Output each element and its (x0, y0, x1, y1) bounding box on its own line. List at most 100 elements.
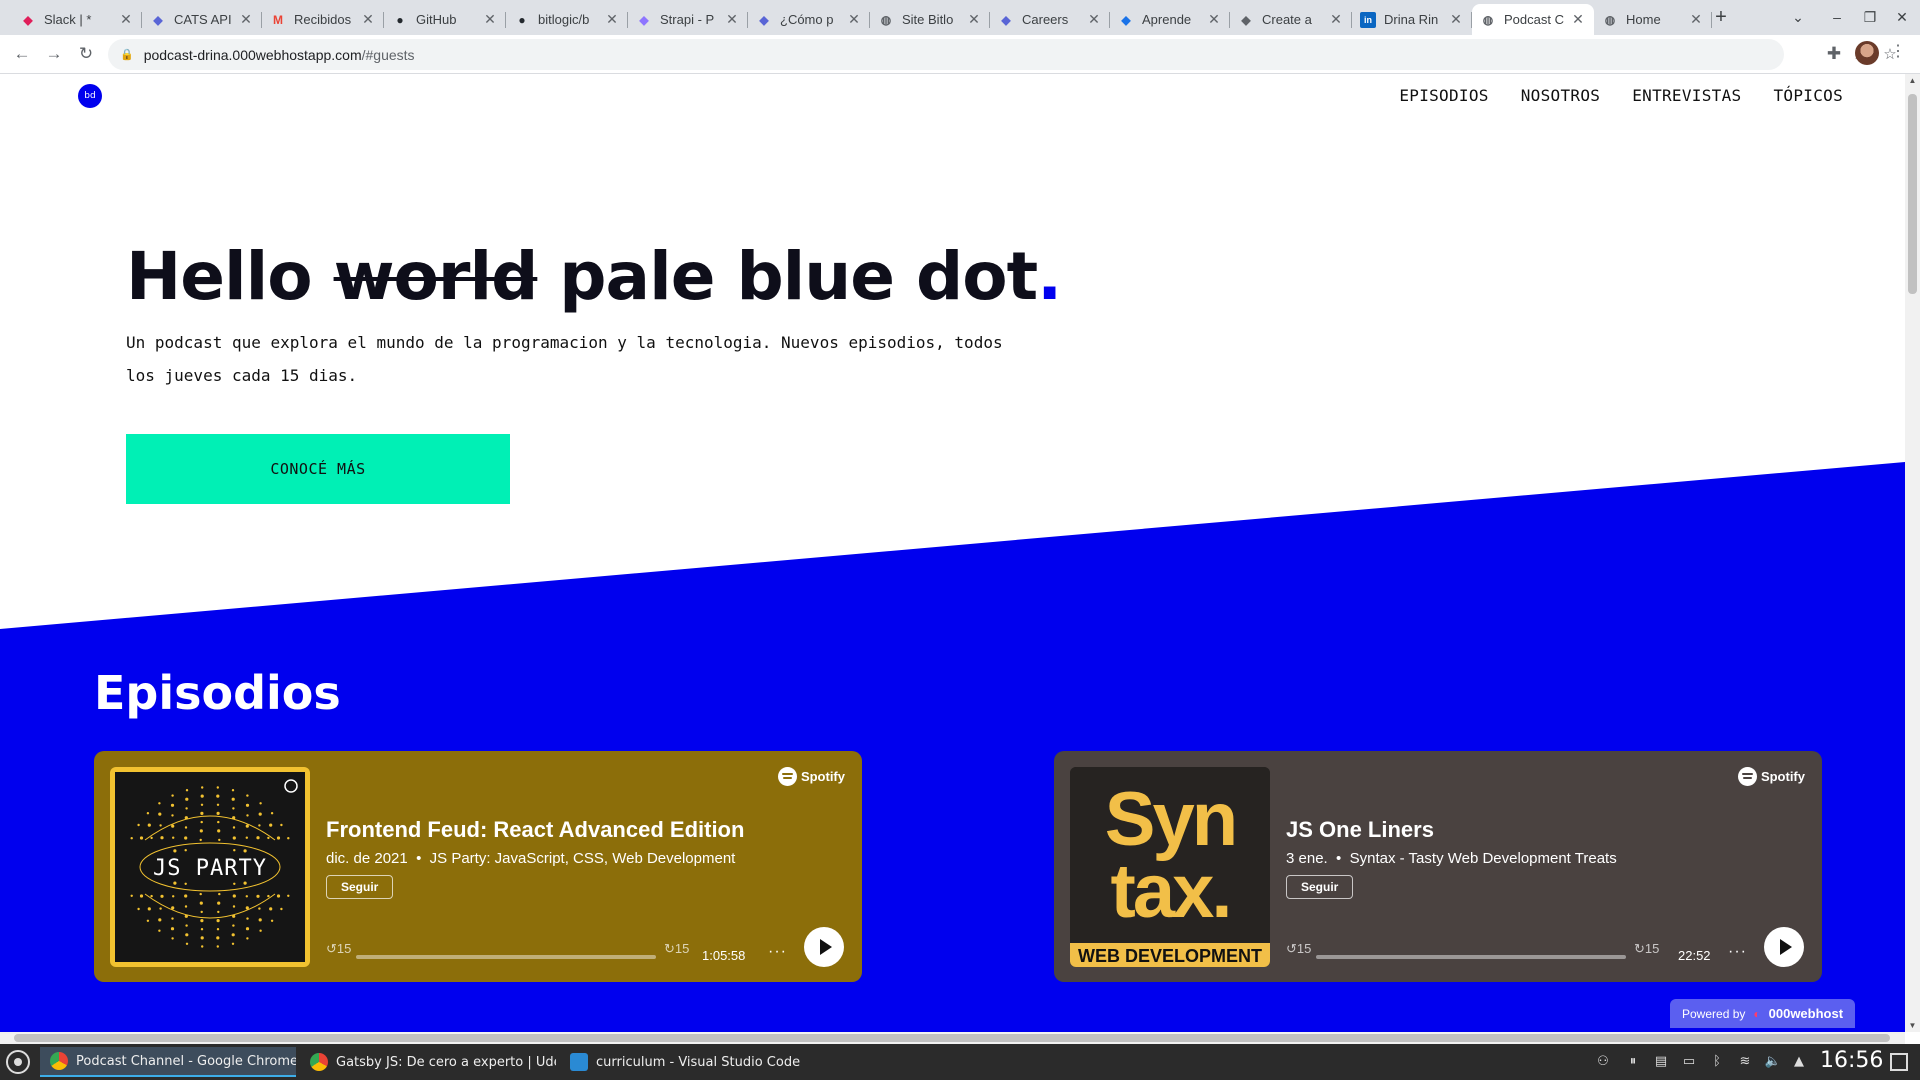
task-chrome-podcast[interactable]: Podcast Channel - Google Chrome (40, 1047, 296, 1077)
episode-show[interactable]: Syntax - Tasty Web Development Treats (1350, 850, 1617, 867)
spotify-icon (1737, 767, 1757, 786)
globe-icon: ◍ (1604, 12, 1616, 27)
tab-close-icon[interactable]: ✕ (1448, 11, 1464, 28)
art-dot (150, 836, 153, 840)
close-window-button[interactable]: ✕ (1890, 6, 1914, 30)
more-options-icon[interactable]: ··· (1728, 943, 1747, 961)
browser-tab-1[interactable]: ◆ CATS API ✕ (142, 4, 262, 35)
tab-search-icon[interactable]: ⌄ (1786, 6, 1810, 30)
bluetooth-icon[interactable]: ᛒ (1708, 1053, 1726, 1071)
clipboard-icon[interactable]: ▤ (1652, 1053, 1670, 1071)
tab-close-icon[interactable]: ✕ (1688, 11, 1704, 28)
skip-back-icon[interactable]: ↺15 (326, 941, 351, 957)
episode-title[interactable]: JS One Liners (1286, 817, 1434, 843)
tab-close-icon[interactable]: ✕ (724, 11, 740, 28)
clock[interactable]: 16:56 (1820, 1048, 1883, 1073)
powered-by-badge[interactable]: Powered by ◐ 000webhost (1670, 999, 1856, 1028)
skip-forward-icon[interactable]: ↻15 (1634, 941, 1659, 957)
forward-arrow-icon[interactable]: → (42, 43, 66, 67)
tab-close-icon[interactable]: ✕ (1086, 11, 1102, 28)
browser-tab-4[interactable]: ● bitlogic/b ✕ (506, 4, 628, 35)
episode-title[interactable]: Frontend Feud: React Advanced Edition (326, 817, 744, 843)
task-chrome-gatsby[interactable]: Gatsby JS: De cero a experto | Ude... (300, 1047, 556, 1077)
spotify-logo[interactable]: Spotify (1737, 767, 1805, 786)
scroll-up-arrow-icon[interactable]: ▲ (1905, 76, 1920, 85)
tab-close-icon[interactable]: ✕ (966, 11, 982, 28)
episode-show[interactable]: JS Party: JavaScript, CSS, Web Developme… (430, 850, 736, 867)
art-dot (146, 812, 150, 815)
progress-bar[interactable] (356, 955, 656, 959)
profile-avatar[interactable] (1855, 41, 1879, 65)
art-dot (199, 829, 203, 833)
back-arrow-icon[interactable]: ← (10, 43, 34, 67)
browser-tab-2[interactable]: M Recibidos ✕ (262, 4, 384, 35)
art-dot (137, 907, 140, 911)
browser-tab-9[interactable]: ◆ Aprende ✕ (1110, 4, 1230, 35)
wifi-icon[interactable]: ≋ (1736, 1053, 1754, 1071)
vertical-scrollbar[interactable]: ▲ ▼ (1905, 74, 1920, 1032)
browser-tab-11[interactable]: in Drina Rin ✕ (1352, 4, 1472, 35)
restore-button[interactable]: ❐ (1858, 6, 1882, 30)
tab-close-icon[interactable]: ✕ (604, 11, 620, 28)
browser-tab-10[interactable]: ◆ Create a ✕ (1230, 4, 1352, 35)
art-dot (216, 928, 220, 931)
reload-icon[interactable]: ↻ (74, 43, 98, 67)
follow-button[interactable]: Seguir (1286, 875, 1354, 899)
nav-episodios[interactable]: EPISODIOS (1399, 86, 1488, 105)
volume-icon[interactable]: 🔈 (1764, 1053, 1782, 1071)
tab-close-icon[interactable]: ✕ (482, 11, 498, 28)
browser-tab-3[interactable]: ● GitHub ✕ (384, 4, 506, 35)
tab-close-icon[interactable]: ✕ (846, 11, 862, 28)
nav-topicos[interactable]: TÓPICOS (1773, 86, 1843, 105)
browser-tab-12[interactable]: ◍ Podcast C ✕ (1472, 4, 1594, 35)
skip-back-icon[interactable]: ↺15 (1286, 941, 1311, 957)
browser-tab-7[interactable]: ◍ Site Bitlo ✕ (870, 4, 990, 35)
tab-title: GitHub (416, 12, 457, 27)
nav-nosotros[interactable]: NOSOTROS (1521, 86, 1600, 105)
follow-button[interactable]: Seguir (326, 875, 394, 899)
play-button[interactable] (804, 927, 844, 967)
scroll-down-arrow-icon[interactable]: ▼ (1905, 1021, 1920, 1030)
browser-tab-13[interactable]: ◍ Home ✕ (1594, 4, 1712, 35)
browser-tab-8[interactable]: ◆ Careers ✕ (990, 4, 1110, 35)
task-vscode[interactable]: curriculum - Visual Studio Code (560, 1047, 816, 1077)
notifications-icon[interactable]: ⚇ (1594, 1053, 1612, 1071)
art-dot (218, 838, 221, 842)
media-pause-icon[interactable]: ⏸ (1624, 1053, 1642, 1071)
show-desktop-button[interactable] (1890, 1053, 1908, 1071)
nav-entrevistas[interactable]: ENTREVISTAS (1632, 86, 1741, 105)
tab-close-icon[interactable]: ✕ (1570, 11, 1586, 28)
tab-title: ¿Cómo p (780, 12, 834, 27)
browser-tab-5[interactable]: ◆ Strapi - P ✕ (628, 4, 748, 35)
tray-expand-icon[interactable]: ▲ (1790, 1053, 1808, 1071)
site-logo[interactable]: bd (78, 84, 102, 108)
spotify-logo[interactable]: Spotify (777, 767, 845, 786)
new-tab-button[interactable]: + (1709, 6, 1733, 30)
horizontal-scroll-thumb[interactable] (14, 1034, 1890, 1042)
github-icon: ● (396, 12, 404, 27)
menu-kebab-icon[interactable]: ⋮ (1886, 41, 1910, 65)
horizontal-scrollbar[interactable] (0, 1032, 1905, 1044)
battery-icon[interactable]: ▭ (1680, 1053, 1698, 1071)
app-launcher-icon[interactable] (6, 1050, 30, 1074)
art-dot (199, 892, 202, 896)
extensions-icon[interactable]: ✚ (1822, 43, 1846, 67)
vertical-scroll-thumb[interactable] (1908, 94, 1917, 294)
tab-close-icon[interactable]: ✕ (1328, 11, 1344, 28)
more-options-icon[interactable]: ··· (768, 943, 787, 961)
art-dot (200, 803, 204, 806)
browser-tab-0[interactable]: ◆ Slack | * ✕ (12, 4, 142, 35)
progress-bar[interactable] (1316, 955, 1626, 959)
tab-close-icon[interactable]: ✕ (1206, 11, 1222, 28)
linkedin-icon: in (1360, 11, 1376, 28)
tab-close-icon[interactable]: ✕ (118, 11, 134, 28)
tab-close-icon[interactable]: ✕ (238, 11, 254, 28)
skip-forward-icon[interactable]: ↻15 (664, 941, 689, 957)
address-bar[interactable]: 🔒 podcast-drina.000webhostapp.com/#guest… (108, 39, 1897, 70)
play-button[interactable] (1764, 927, 1804, 967)
learn-more-button[interactable]: CONOCÉ MÁS (126, 434, 510, 504)
minimize-button[interactable]: – (1825, 6, 1849, 30)
browser-tab-6[interactable]: ◆ ¿Cómo p ✕ (748, 4, 870, 35)
tab-close-icon[interactable]: ✕ (360, 11, 376, 28)
strapi-icon: ◆ (639, 12, 649, 27)
